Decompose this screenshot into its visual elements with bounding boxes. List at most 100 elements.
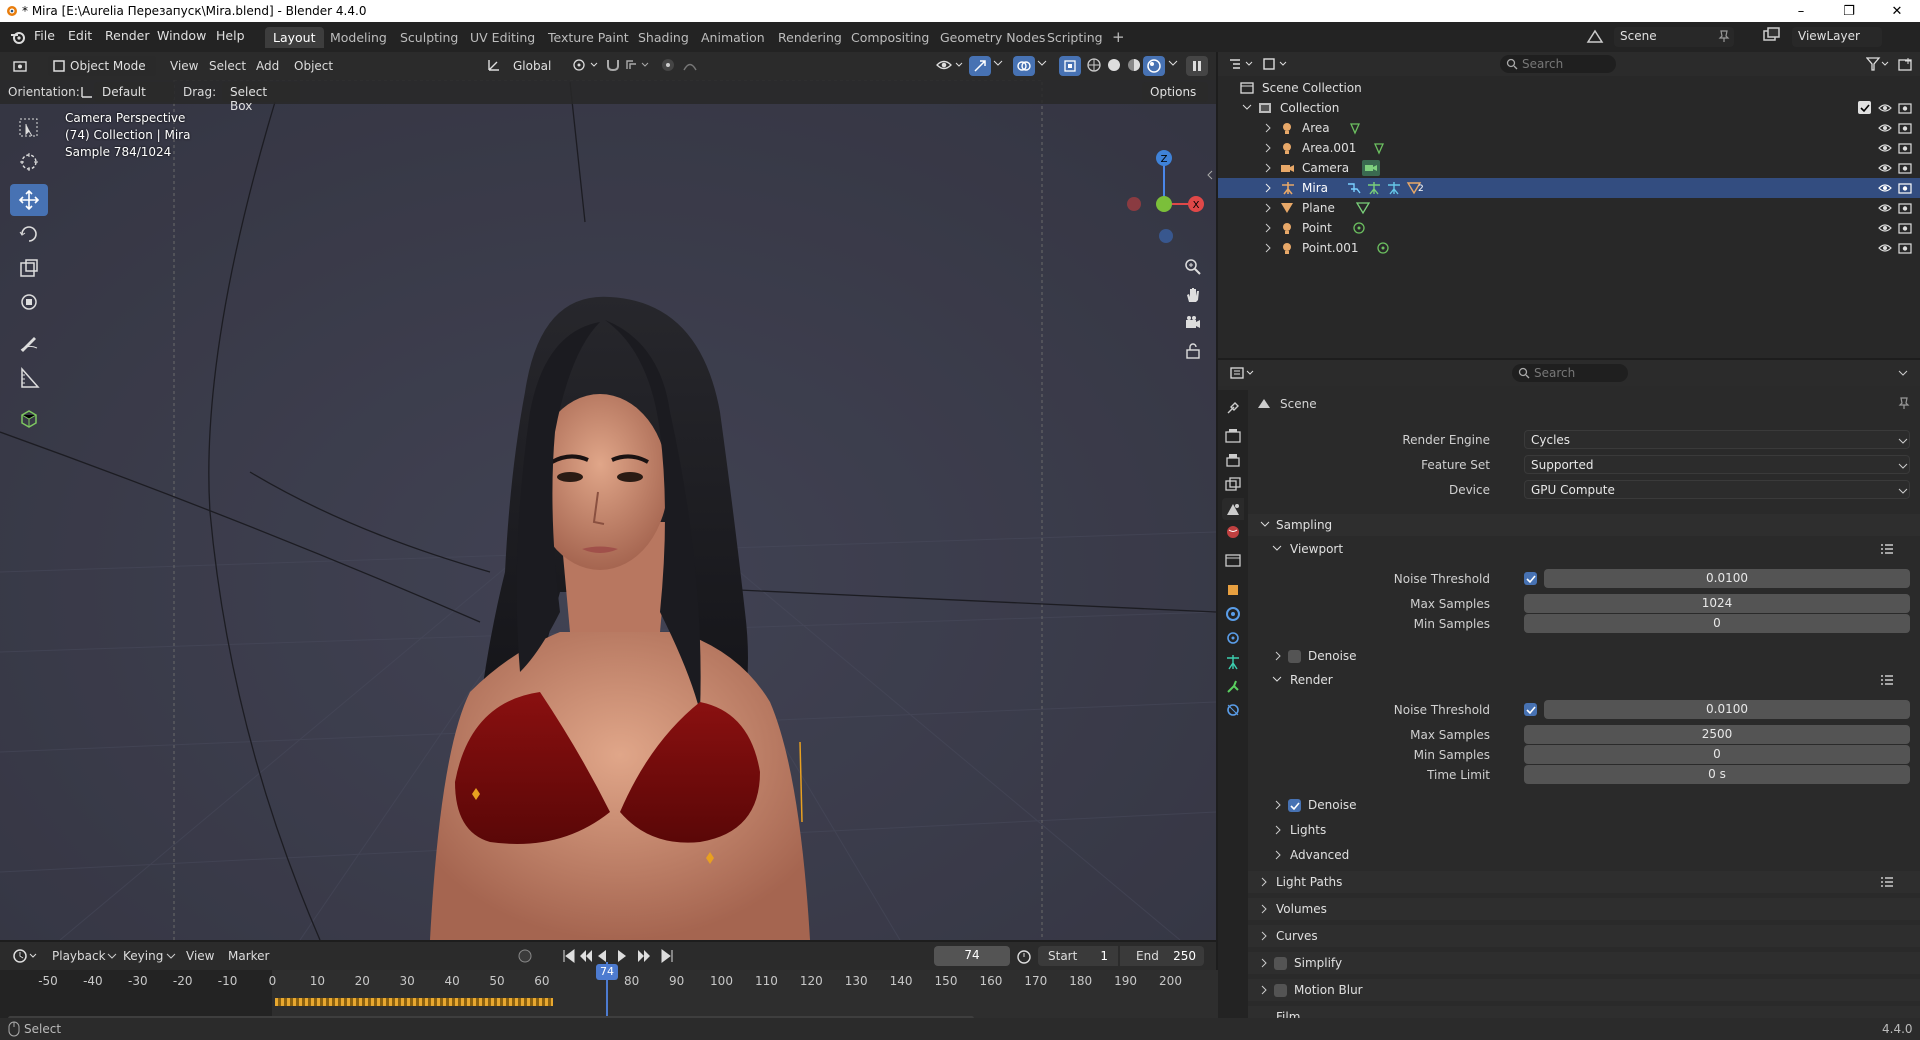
simplify-checkbox[interactable] <box>1274 957 1287 970</box>
outliner-item-plane[interactable]: Plane <box>1218 198 1920 218</box>
vp-denoise-checkbox[interactable] <box>1288 650 1301 663</box>
viewlayer-icon[interactable] <box>1762 27 1782 45</box>
tab-sculpting[interactable]: Sculpting <box>392 27 466 48</box>
end-frame-field[interactable]: End 250 <box>1120 946 1204 966</box>
display-mode-icon[interactable] <box>1262 56 1290 72</box>
collection-include-checkbox[interactable] <box>1858 101 1871 114</box>
visibility-icon[interactable] <box>1878 221 1892 235</box>
device-dropdown[interactable]: GPU Compute <box>1524 480 1910 499</box>
pivot-point-icon[interactable] <box>572 58 598 72</box>
menu-keying[interactable]: Keying <box>123 949 163 963</box>
expand-chevron-icon[interactable] <box>1264 223 1272 233</box>
orientation-dropdown[interactable]: Default <box>94 82 174 102</box>
menu-edit[interactable]: Edit <box>68 28 92 43</box>
render-visibility-icon[interactable] <box>1898 221 1912 235</box>
options-dropdown[interactable]: Options <box>1142 82 1208 102</box>
r-noise-threshold-checkbox[interactable] <box>1524 703 1537 716</box>
r-denoise-subpanel-header[interactable]: Denoise <box>1248 794 1920 816</box>
gizmo-dropdown-icon[interactable] <box>993 58 1003 68</box>
cursor-tool[interactable] <box>10 146 48 178</box>
object-tab-icon[interactable] <box>1225 582 1241 598</box>
modifier-tab-icon[interactable] <box>1225 606 1241 622</box>
outliner-item-point-001[interactable]: Point.001 <box>1218 238 1920 258</box>
tool-tab-icon[interactable] <box>1225 400 1241 416</box>
overlays-toggle-icon[interactable] <box>1013 56 1035 76</box>
start-frame-field[interactable]: Start 1 <box>1038 946 1118 966</box>
drag-dropdown[interactable]: Select Box <box>222 82 300 113</box>
outliner-item-camera[interactable]: Camera <box>1218 158 1920 178</box>
lock-camera-icon[interactable] <box>1184 342 1202 360</box>
output-tab-icon[interactable] <box>1225 452 1241 468</box>
pause-render-button[interactable] <box>1186 56 1208 76</box>
menu-render[interactable]: Render <box>105 28 150 43</box>
properties-editor-type-icon[interactable] <box>1230 366 1258 380</box>
motion-blur-panel-header[interactable]: Motion Blur <box>1248 979 1920 1001</box>
collection-visibility-icon[interactable] <box>1878 101 1892 115</box>
expand-chevron-icon[interactable] <box>1264 243 1272 253</box>
vp-denoise-subpanel-header[interactable]: Denoise <box>1248 645 1920 667</box>
outliner-scene-collection[interactable]: Scene Collection <box>1218 78 1920 98</box>
viewport-subpanel-header[interactable]: Viewport <box>1248 538 1920 560</box>
camera-view-icon[interactable] <box>1184 314 1202 332</box>
bone-tab-icon[interactable] <box>1225 702 1241 718</box>
vp-noise-threshold-checkbox[interactable] <box>1524 572 1537 585</box>
constraints-tab-icon[interactable] <box>1225 654 1241 670</box>
add-workspace-button[interactable]: + <box>1104 25 1133 46</box>
timeline-editor-type-icon[interactable] <box>12 948 38 964</box>
curves-panel-header[interactable]: Curves <box>1248 925 1920 947</box>
current-frame-field[interactable]: 74 <box>934 946 1010 966</box>
collection-render-icon[interactable] <box>1898 101 1912 115</box>
sampling-panel-header[interactable]: Sampling <box>1248 514 1920 536</box>
menu-object[interactable]: Object <box>294 59 333 73</box>
keyframes-strip[interactable] <box>275 998 553 1006</box>
annotate-tool[interactable] <box>10 326 48 358</box>
zoom-icon[interactable] <box>1184 258 1202 276</box>
object-data-tab-icon[interactable] <box>1225 678 1241 694</box>
filter-icon[interactable] <box>1866 57 1890 71</box>
overlays-dropdown-icon[interactable] <box>1037 58 1047 68</box>
outliner-editor-type-icon[interactable] <box>1228 57 1256 71</box>
menu-marker[interactable]: Marker <box>228 949 269 963</box>
r-max-samples-field[interactable]: 2500 <box>1524 725 1910 744</box>
new-collection-icon[interactable] <box>1898 57 1914 71</box>
pan-hand-icon[interactable] <box>1184 286 1202 304</box>
shading-solid-icon[interactable] <box>1106 57 1122 73</box>
outliner-item-point[interactable]: Point <box>1218 218 1920 238</box>
visibility-filter-icon[interactable] <box>935 57 965 73</box>
menu-help[interactable]: Help <box>216 28 245 43</box>
render-visibility-icon[interactable] <box>1898 201 1912 215</box>
visibility-icon[interactable] <box>1878 181 1892 195</box>
outliner-item-area[interactable]: Area <box>1218 118 1920 138</box>
move-tool[interactable] <box>10 184 48 216</box>
pin-scene-icon[interactable] <box>1718 29 1730 43</box>
visibility-icon[interactable] <box>1878 201 1892 215</box>
blender-menu-icon[interactable] <box>10 29 26 45</box>
scene-icon[interactable] <box>1586 28 1604 44</box>
render-tab-icon[interactable] <box>1225 428 1241 444</box>
menu-playback[interactable]: Playback <box>52 949 106 963</box>
r-min-samples-field[interactable]: 0 <box>1524 745 1910 764</box>
presets-list-icon[interactable] <box>1880 542 1894 556</box>
shading-rendered-icon[interactable] <box>1143 56 1165 76</box>
shading-dropdown-icon[interactable] <box>1168 58 1178 68</box>
outliner[interactable]: Search Scene Collection Collection Area … <box>1218 52 1920 358</box>
scene-selector[interactable]: Scene <box>1614 27 1734 47</box>
expand-chevron-icon[interactable] <box>1264 143 1272 153</box>
expand-chevron-icon[interactable] <box>1264 123 1272 133</box>
auto-keying-button[interactable] <box>516 947 534 965</box>
add-cube-tool[interactable] <box>10 402 48 434</box>
properties-editor[interactable]: Search Scene Render Engine Cycles Featur… <box>1218 360 1920 1018</box>
preview-range-icon[interactable] <box>1016 948 1032 964</box>
vp-noise-threshold-field[interactable]: 0.0100 <box>1544 569 1910 588</box>
measure-tool[interactable] <box>10 362 48 394</box>
xray-toggle-icon[interactable] <box>1059 56 1081 76</box>
pin-context-icon[interactable] <box>1898 396 1910 410</box>
menu-window[interactable]: Window <box>157 28 206 43</box>
outliner-item-mira[interactable]: Mira 2 <box>1218 178 1920 198</box>
physics-tab-icon[interactable] <box>1225 630 1241 646</box>
tab-compositing[interactable]: Compositing <box>843 27 937 48</box>
render-visibility-icon[interactable] <box>1898 181 1912 195</box>
collapse-chevron-icon[interactable] <box>1242 104 1252 112</box>
expand-chevron-icon[interactable] <box>1264 203 1272 213</box>
tab-texture-paint[interactable]: Texture Paint <box>540 27 637 48</box>
